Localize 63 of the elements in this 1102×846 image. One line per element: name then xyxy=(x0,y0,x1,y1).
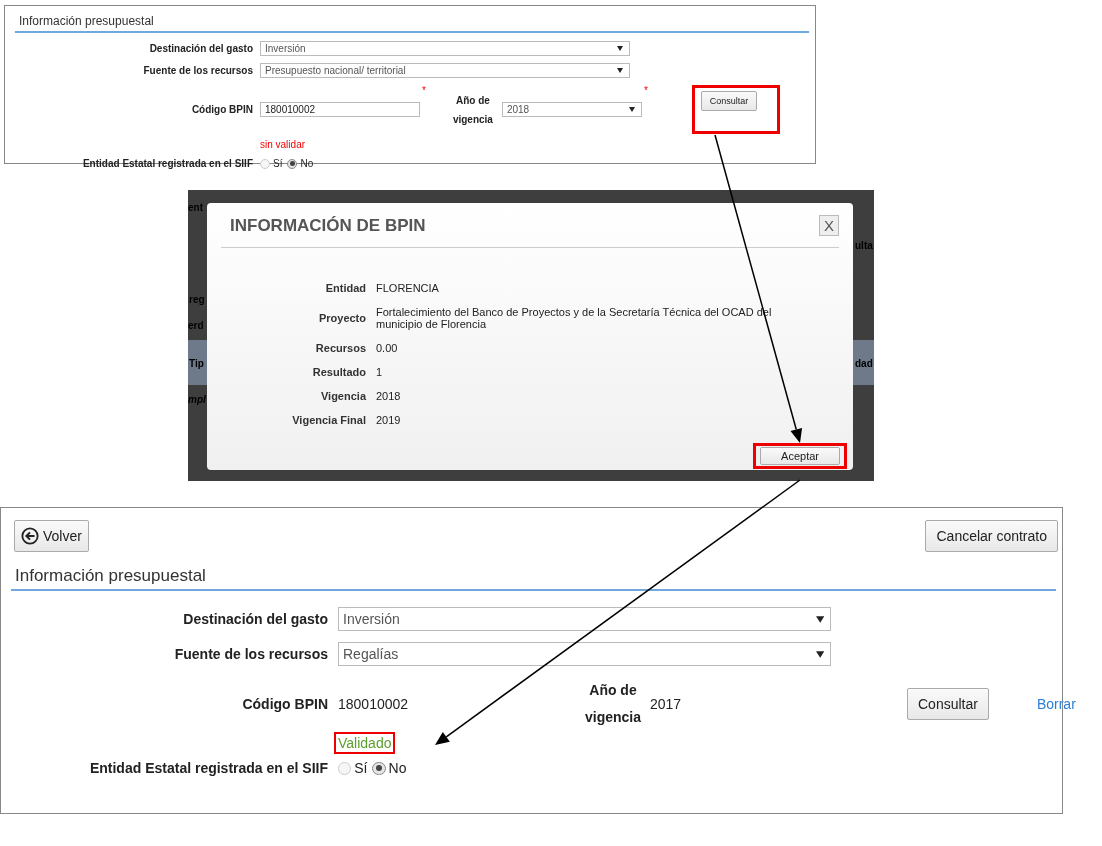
background-text: reg xyxy=(189,294,205,305)
radio-button[interactable] xyxy=(372,761,386,775)
dropdown[interactable]: Presupuesto nacional/ territorial xyxy=(260,63,630,78)
info-value: 2018 xyxy=(376,390,402,402)
info-value: 2019 xyxy=(376,414,402,426)
clear-link[interactable]: Borrar xyxy=(1036,695,1076,712)
info-label: Recursos xyxy=(314,342,366,354)
back-button[interactable]: Volver xyxy=(14,520,89,552)
field-label: Destinación del gasto xyxy=(148,43,253,54)
dialog-title: INFORMACIÓN DE BPIN xyxy=(230,215,426,236)
radio-label: Sí xyxy=(273,158,283,169)
field-value: 2017 xyxy=(650,695,683,712)
radio-button[interactable] xyxy=(260,158,270,169)
dropdown[interactable]: 2018 xyxy=(501,102,642,117)
background-text: ulta xyxy=(855,240,873,251)
cancel-contract-button[interactable]: Cancelar contrato xyxy=(925,520,1058,552)
background-text: dad xyxy=(855,358,873,369)
field-value: 180010002 xyxy=(338,695,410,712)
field-label: Destinación del gasto xyxy=(182,611,328,627)
section-title: Información presupuestal xyxy=(11,566,1056,591)
section-title: Información presupuestal xyxy=(15,14,809,33)
consult-button[interactable]: Consultar xyxy=(907,687,989,720)
caret-icon xyxy=(617,46,623,51)
required-mark: * xyxy=(422,85,426,96)
info-value: 1 xyxy=(376,366,384,378)
required-mark: * xyxy=(643,85,648,96)
field-label: Entidad Estatal registrada en el SIIF xyxy=(81,158,253,169)
dropdown[interactable]: Inversión xyxy=(260,41,630,56)
caret-icon xyxy=(815,650,824,658)
radio-label: Sí xyxy=(354,760,368,777)
background-text: mpl xyxy=(188,394,206,405)
radio-label: No xyxy=(300,158,314,169)
accept-button[interactable]: Aceptar xyxy=(760,447,840,465)
info-label: Proyecto xyxy=(317,312,366,324)
caret-icon xyxy=(617,68,623,73)
info-value: FLORENCIA xyxy=(376,282,440,294)
background-text: ent xyxy=(188,202,203,213)
info-label: Vigencia Final xyxy=(291,414,366,426)
caret-icon xyxy=(815,615,824,623)
field-label: Fuente de los recursos xyxy=(173,646,328,662)
caret-icon xyxy=(628,107,635,112)
info-label: Vigencia xyxy=(319,390,366,402)
radio-button[interactable] xyxy=(287,158,298,169)
validation-status: sin validar xyxy=(259,138,307,152)
dropdown[interactable]: Regalías xyxy=(338,642,831,666)
info-label: Entidad xyxy=(324,282,366,294)
field-label: Entidad Estatal registrada en el SIIF xyxy=(88,760,328,777)
radio-button[interactable] xyxy=(338,761,352,775)
background-text: erd xyxy=(188,320,204,331)
close-button[interactable]: X xyxy=(819,215,839,236)
background-text: Tip xyxy=(189,358,204,369)
field-label: Año de vigencia xyxy=(584,681,642,727)
field-label: Año de vigencia xyxy=(451,93,494,127)
field-label: Código BPIN xyxy=(241,695,328,712)
validation-status: Validado xyxy=(334,732,396,755)
field-label: Código BPIN xyxy=(190,104,253,115)
info-label: Resultado xyxy=(311,366,366,378)
radio-label: No xyxy=(388,760,407,777)
field-label: Fuente de los recursos xyxy=(142,65,253,76)
dropdown[interactable]: Inversión xyxy=(338,607,831,631)
consult-button[interactable]: Consultar xyxy=(700,91,758,111)
info-value: 0.00 xyxy=(376,342,399,354)
input-field[interactable]: 180010002 xyxy=(260,102,420,117)
